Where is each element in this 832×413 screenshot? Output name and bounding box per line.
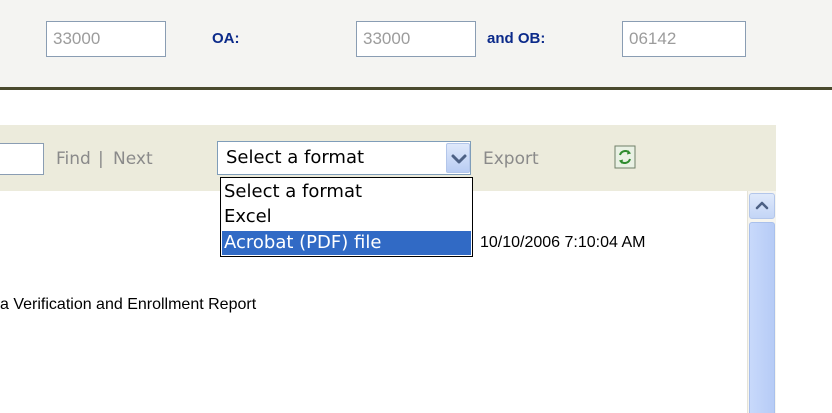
- format-option-excel[interactable]: Excel: [222, 205, 471, 229]
- parameter-input-oa[interactable]: 33000: [356, 21, 476, 57]
- next-link[interactable]: Next: [113, 143, 153, 175]
- format-option-pdf[interactable]: Acrobat (PDF) file: [222, 231, 471, 255]
- parameter-input-ob[interactable]: 06142: [622, 21, 746, 57]
- chevron-up-icon[interactable]: [749, 193, 775, 219]
- header-divider: [0, 87, 832, 90]
- chevron-down-icon[interactable]: [446, 143, 470, 173]
- format-select-value: Select a format: [226, 147, 365, 168]
- find-input[interactable]: [0, 143, 44, 175]
- export-button[interactable]: Export: [483, 143, 539, 175]
- report-title: a Verification and Enrollment Report: [0, 296, 257, 313]
- label-ob: and OB:: [487, 30, 546, 47]
- label-oa: OA:: [212, 30, 240, 47]
- refresh-icon[interactable]: [614, 145, 636, 169]
- find-link[interactable]: Find: [56, 143, 91, 175]
- toolbar-separator: |: [98, 149, 104, 169]
- format-option-select[interactable]: Select a format: [222, 180, 471, 204]
- parameter-input-1[interactable]: 33000: [46, 21, 166, 57]
- report-timestamp: 10/10/2006 7:10:04 AM: [480, 234, 646, 251]
- scrollbar-thumb[interactable]: [749, 222, 775, 413]
